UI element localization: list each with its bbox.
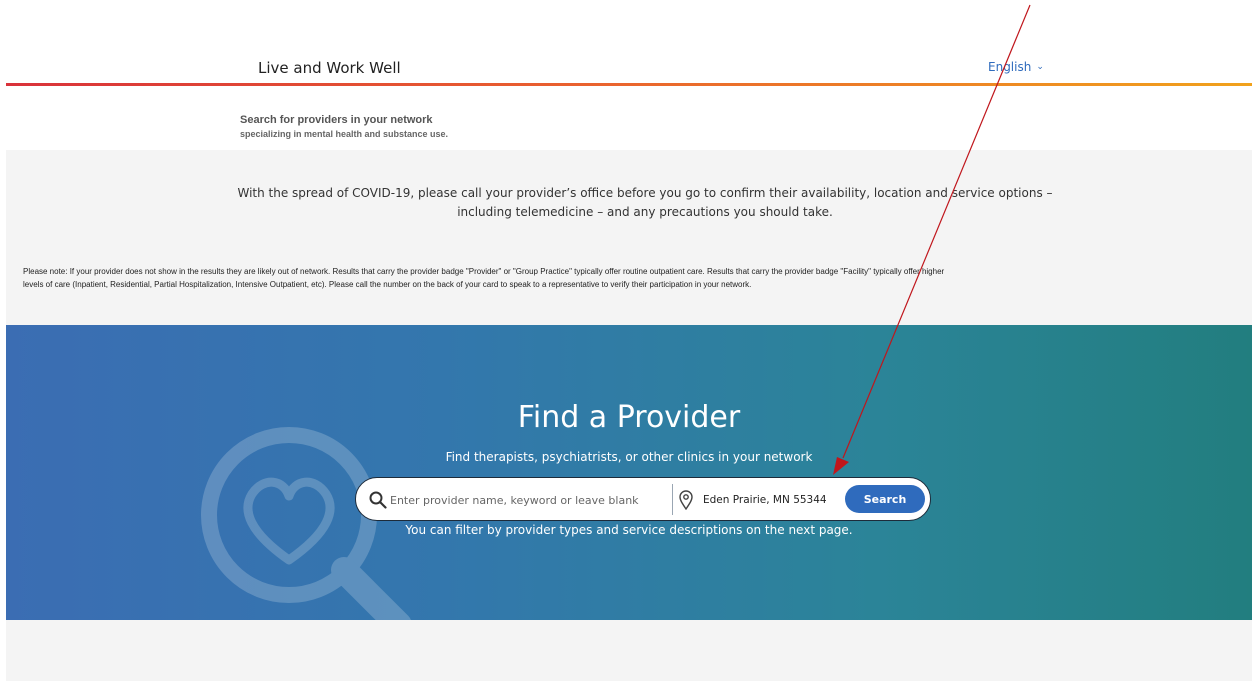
- header-divider: [6, 83, 1252, 86]
- chevron-down-icon: ⌄: [1036, 62, 1044, 72]
- search-button[interactable]: Search: [845, 485, 925, 513]
- intro-line-2: specializing in mental health and substa…: [240, 129, 449, 139]
- provider-search-input[interactable]: [388, 486, 672, 514]
- search-divider: [672, 484, 673, 515]
- brand-name[interactable]: Live and Work Well: [258, 59, 401, 77]
- intro-line-1: Search for providers in your network: [240, 114, 433, 126]
- language-label: English: [988, 60, 1032, 74]
- network-note: Please note: If your provider does not s…: [23, 267, 945, 289]
- covid-notice: With the spread of COVID-19, please call…: [237, 186, 1053, 219]
- intro-text: Search for providers in your network spe…: [240, 114, 448, 139]
- hero-banner: Find a Provider Find therapists, psychia…: [6, 325, 1252, 620]
- search-icon: [369, 491, 387, 509]
- hero-footnote: You can filter by provider types and ser…: [405, 523, 853, 537]
- location-pin-icon: [679, 490, 693, 510]
- provider-search-bar: Search: [355, 477, 931, 521]
- top-header: Live and Work Well English ⌄: [0, 0, 1252, 84]
- notice-section: [6, 150, 1252, 325]
- location-input[interactable]: [701, 486, 840, 514]
- hero-title: Find a Provider: [517, 400, 741, 435]
- language-selector[interactable]: English ⌄: [988, 60, 1044, 74]
- footer-band: [6, 620, 1252, 681]
- hero-subtitle: Find therapists, psychiatrists, or other…: [445, 450, 813, 464]
